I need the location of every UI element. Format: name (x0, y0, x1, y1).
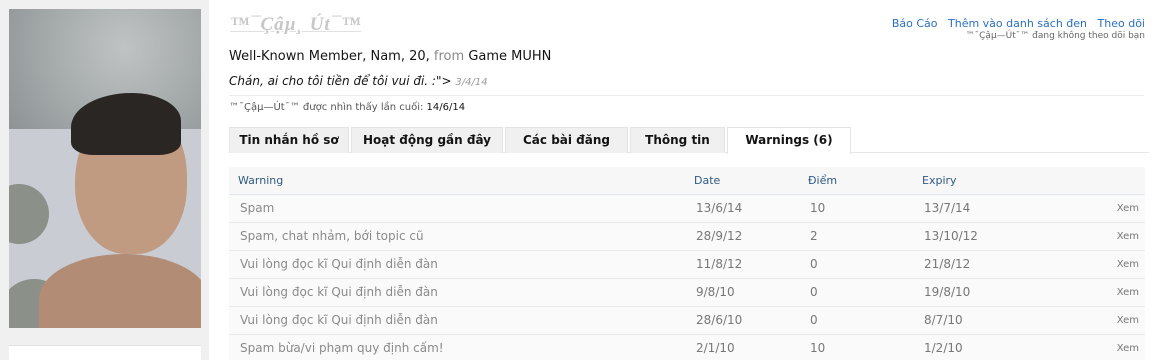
profile-sidebar (0, 0, 209, 360)
avatar[interactable] (9, 9, 201, 328)
follow-link[interactable]: Theo dõi (1098, 17, 1145, 30)
column-header-points[interactable]: Điểm (799, 167, 913, 195)
table-row[interactable]: Vui lòng đọc kĩ Qui định diễn đàn 11/8/1… (229, 250, 1145, 279)
warning-date: 2/1/10 (685, 334, 799, 360)
view-warning-link[interactable]: Xem (1093, 334, 1145, 360)
status-date[interactable]: 3/4/14 (455, 77, 487, 88)
last-seen-label: ™¯Çậµ—Út¯™ được nhìn thấy lần cuối: (229, 102, 424, 113)
username[interactable]: ™¯Çậµ¸ Út¯™ (230, 14, 361, 36)
tab-warnings[interactable]: Warnings (6) (727, 127, 851, 154)
divider (229, 95, 1144, 96)
warning-expiry: 1/2/10 (913, 334, 1093, 360)
warning-points: 2 (799, 222, 913, 251)
table-row[interactable]: Spam bừa/vi phạm quy định cấm! 2/1/10 10… (229, 334, 1145, 360)
warning-date: 13/6/14 (685, 194, 799, 223)
column-header-date[interactable]: Date (685, 167, 799, 195)
warning-points: 10 (799, 334, 913, 360)
warning-date: 28/6/10 (685, 306, 799, 335)
warning-points: 0 (799, 306, 913, 335)
tab-recent-activity[interactable]: Hoạt động gần đây (351, 127, 503, 153)
warning-points: 0 (799, 278, 913, 307)
profile-main: ™¯Çậµ¸ Út¯™ Báo Cáo Thêm vào danh sách đ… (209, 0, 1159, 360)
tab-information[interactable]: Thông tin (630, 127, 725, 153)
table-header-row: Warning Date Điểm Expiry (229, 167, 1145, 195)
user-blurb: Well-Known Member, Nam, 20, from Game MU… (229, 49, 551, 64)
follow-status: ™¯Çậµ—Út¯™ đang không theo dõi bạn (965, 31, 1145, 41)
avatar-hair (71, 93, 181, 155)
table-row[interactable]: Vui lòng đọc kĩ Qui định diễn đàn 28/6/1… (229, 306, 1145, 335)
view-warning-link[interactable]: Xem (1093, 278, 1145, 307)
last-seen-value: 14/6/14 (426, 102, 466, 113)
tab-postings[interactable]: Các bài đăng (505, 127, 628, 153)
warning-title: Vui lòng đọc kĩ Qui định diễn đàn (229, 278, 685, 307)
warning-title: Spam (229, 194, 685, 223)
column-header-expiry[interactable]: Expiry (913, 167, 1093, 195)
warnings-table: Warning Date Điểm Expiry Spam 13/6/14 10… (229, 167, 1145, 360)
warning-title: Spam bừa/vi phạm quy định cấm! (229, 334, 685, 360)
warning-date: 11/8/12 (685, 250, 799, 279)
warning-title: Vui lòng đọc kĩ Qui định diễn đàn (229, 250, 685, 279)
from-label: from (433, 49, 465, 64)
warning-title: Vui lòng đọc kĩ Qui định diễn đàn (229, 306, 685, 335)
column-header-action (1093, 167, 1145, 195)
view-warning-link[interactable]: Xem (1093, 250, 1145, 279)
status-message: Chán, ai cho tôi tiền để tôi vui đi. :">… (229, 74, 488, 88)
status-text: Chán, ai cho tôi tiền để tôi vui đi. :"> (229, 74, 452, 88)
user-location[interactable]: Game MUHN (468, 49, 551, 64)
table-row[interactable]: Vui lòng đọc kĩ Qui định diễn đàn 9/8/10… (229, 278, 1145, 307)
sidebar-block (9, 345, 201, 360)
profile-tabs: Tin nhắn hồ sơ Hoạt động gần đây Các bài… (229, 127, 1149, 154)
warning-date: 9/8/10 (685, 278, 799, 307)
view-warning-link[interactable]: Xem (1093, 306, 1145, 335)
column-header-warning[interactable]: Warning (229, 167, 685, 195)
warning-title: Spam, chat nhảm, bới topic cũ (229, 222, 685, 251)
warning-expiry: 13/10/12 (913, 222, 1093, 251)
warning-expiry: 13/7/14 (913, 194, 1093, 223)
warning-expiry: 19/8/10 (913, 278, 1093, 307)
warning-points: 10 (799, 194, 913, 223)
table-row[interactable]: Spam 13/6/14 10 13/7/14 Xem (229, 194, 1145, 223)
view-warning-link[interactable]: Xem (1093, 222, 1145, 251)
warning-expiry: 21/8/12 (913, 250, 1093, 279)
user-title: Well-Known Member, Nam, 20, (229, 49, 430, 64)
profile-actions: Báo Cáo Thêm vào danh sách đen Theo dõi (885, 17, 1145, 30)
last-seen: ™¯Çậµ—Út¯™ được nhìn thấy lần cuối: 14/6… (229, 102, 465, 113)
warning-points: 0 (799, 250, 913, 279)
tab-profile-posts[interactable]: Tin nhắn hồ sơ (229, 127, 349, 153)
ignore-link[interactable]: Thêm vào danh sách đen (948, 17, 1087, 30)
view-warning-link[interactable]: Xem (1093, 194, 1145, 223)
warning-date: 28/9/12 (685, 222, 799, 251)
warning-expiry: 8/7/10 (913, 306, 1093, 335)
report-link[interactable]: Báo Cáo (892, 17, 938, 30)
table-row[interactable]: Spam, chat nhảm, bới topic cũ 28/9/12 2 … (229, 222, 1145, 251)
